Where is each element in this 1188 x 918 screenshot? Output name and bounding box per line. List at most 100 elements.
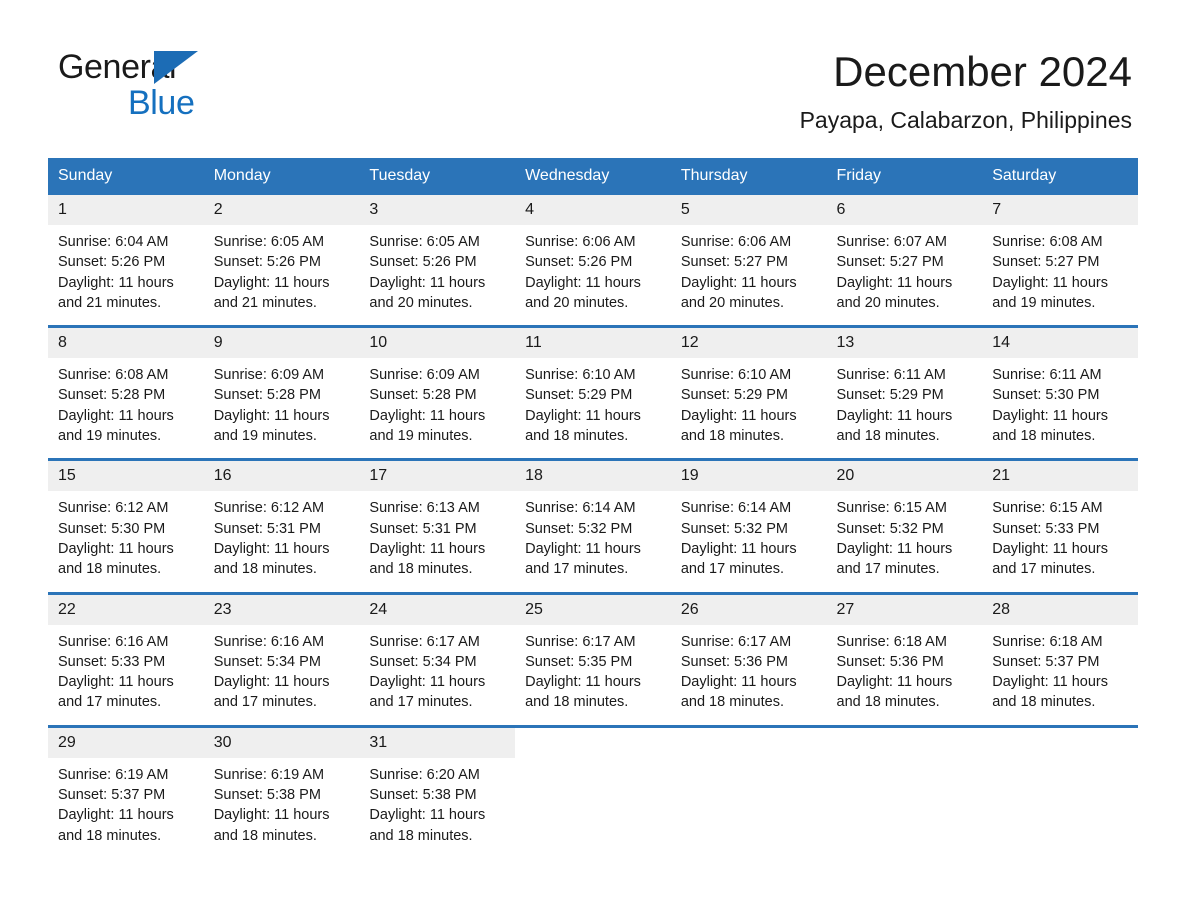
daylight-text-line2: and 20 minutes. [525,294,629,311]
day-cell[interactable]: 12 Sunrise: 6:10 AM Sunset: 5:29 PM Dayl… [670,325,827,460]
calendar-week-row: 22 Sunrise: 6:16 AM Sunset: 5:33 PM Dayl… [48,591,1138,727]
sunrise-text: Sunrise: 6:15 AM [992,500,1103,517]
daylight-text-line2: and 21 minutes. [213,294,317,311]
day-cell[interactable]: 14 Sunrise: 6:11 AM Sunset: 5:30 PM Dayl… [982,325,1138,460]
day-cell[interactable]: 11 Sunrise: 6:10 AM Sunset: 5:29 PM Dayl… [515,325,671,460]
sunrise-text: Sunrise: 6:04 AM [58,234,169,250]
day-info: Sunrise: 6:17 AM Sunset: 5:34 PM Dayligh… [359,625,515,725]
sunrise-text: Sunrise: 6:15 AM [836,500,947,517]
sunrise-text: Sunrise: 6:17 AM [369,633,480,650]
day-number: 2 [203,195,360,225]
daylight-text-line2: and 19 minutes. [213,428,317,445]
day-number: 10 [359,328,516,359]
sunrise-text: Sunrise: 6:19 AM [58,766,169,783]
day-number: 23 [203,594,360,625]
daylight-text-line1: Daylight: 11 hours [680,407,797,424]
sunset-text: Sunset: 5:28 PM [213,387,321,404]
day-cell[interactable]: 9 Sunrise: 6:09 AM Sunset: 5:28 PM Dayli… [203,325,360,460]
sunrise-text: Sunrise: 6:12 AM [58,500,169,517]
sunrise-text: Sunrise: 6:10 AM [680,367,792,384]
day-info: Sunrise: 6:08 AM Sunset: 5:27 PM Dayligh… [982,225,1138,325]
day-info: Sunrise: 6:15 AM Sunset: 5:32 PM Dayligh… [827,491,983,591]
daylight-text-line1: Daylight: 11 hours [992,407,1109,424]
sunrise-text: Sunrise: 6:09 AM [369,367,480,384]
sunset-text: Sunset: 5:36 PM [680,653,789,670]
day-cell[interactable]: 6 Sunrise: 6:07 AM Sunset: 5:27 PM Dayli… [826,195,983,327]
sunrise-text: Sunrise: 6:08 AM [992,234,1103,250]
daylight-text-line1: Daylight: 11 hours [213,540,330,557]
day-number: 31 [359,727,516,758]
day-cell[interactable]: 3 Sunrise: 6:05 AM Sunset: 5:26 PM Dayli… [359,195,516,327]
day-number: 14 [982,328,1138,359]
day-cell[interactable]: 29 Sunrise: 6:19 AM Sunset: 5:37 PM Dayl… [48,724,204,858]
daylight-text-line1: Daylight: 11 hours [525,674,641,691]
calendar-week-row: 15 Sunrise: 6:12 AM Sunset: 5:30 PM Dayl… [48,458,1138,594]
sunrise-text: Sunrise: 6:19 AM [213,766,325,783]
daylight-text-line2: and 18 minutes. [680,428,784,445]
day-cell[interactable]: 15 Sunrise: 6:12 AM Sunset: 5:30 PM Dayl… [48,458,204,594]
daylight-text-line1: Daylight: 11 hours [992,274,1109,291]
sunrise-text: Sunrise: 6:13 AM [369,500,480,517]
day-cell[interactable]: 19 Sunrise: 6:14 AM Sunset: 5:32 PM Dayl… [670,458,827,594]
daylight-text-line1: Daylight: 11 hours [680,274,797,291]
daylight-text-line2: and 20 minutes. [369,294,473,311]
weekday-header-row: Sunday Monday Tuesday Wednesday Thursday… [48,158,1138,195]
sunset-text: Sunset: 5:34 PM [213,653,321,670]
day-cell[interactable]: 21 Sunrise: 6:15 AM Sunset: 5:33 PM Dayl… [982,458,1138,594]
sunrise-text: Sunrise: 6:11 AM [836,367,946,384]
sunset-text: Sunset: 5:29 PM [525,387,633,404]
day-cell[interactable]: 4 Sunrise: 6:06 AM Sunset: 5:26 PM Dayli… [515,195,671,327]
day-number: 27 [826,594,983,625]
day-info: Sunrise: 6:20 AM Sunset: 5:38 PM Dayligh… [359,758,515,858]
day-cell[interactable]: 8 Sunrise: 6:08 AM Sunset: 5:28 PM Dayli… [48,325,204,460]
daylight-text-line1: Daylight: 11 hours [213,674,330,691]
daylight-text-line2: and 18 minutes. [836,694,940,711]
day-number: 20 [826,461,983,492]
day-cell-empty [826,724,983,858]
sunset-text: Sunset: 5:26 PM [525,254,633,271]
day-number: 9 [203,328,360,359]
daylight-text-line2: and 17 minutes. [836,561,940,578]
daylight-text-line2: and 18 minutes. [369,827,473,844]
day-cell[interactable]: 27 Sunrise: 6:18 AM Sunset: 5:36 PM Dayl… [826,591,983,727]
day-cell-empty [982,724,1138,858]
day-cell[interactable]: 31 Sunrise: 6:20 AM Sunset: 5:38 PM Dayl… [359,724,516,858]
day-cell[interactable]: 30 Sunrise: 6:19 AM Sunset: 5:38 PM Dayl… [203,724,360,858]
day-cell[interactable]: 10 Sunrise: 6:09 AM Sunset: 5:28 PM Dayl… [359,325,516,460]
day-cell[interactable]: 16 Sunrise: 6:12 AM Sunset: 5:31 PM Dayl… [203,458,360,594]
sunset-text: Sunset: 5:32 PM [680,520,789,537]
day-number: 24 [359,594,516,625]
daylight-text-line1: Daylight: 11 hours [369,540,486,557]
day-number: 13 [826,328,983,359]
day-cell[interactable]: 23 Sunrise: 6:16 AM Sunset: 5:34 PM Dayl… [203,591,360,727]
daylight-text-line1: Daylight: 11 hours [369,674,486,691]
day-cell[interactable]: 18 Sunrise: 6:14 AM Sunset: 5:32 PM Dayl… [515,458,671,594]
sunset-text: Sunset: 5:27 PM [836,254,944,271]
day-cell[interactable]: 24 Sunrise: 6:17 AM Sunset: 5:34 PM Dayl… [359,591,516,727]
day-cell[interactable]: 17 Sunrise: 6:13 AM Sunset: 5:31 PM Dayl… [359,458,516,594]
day-cell[interactable]: 1 Sunrise: 6:04 AM Sunset: 5:26 PM Dayli… [48,195,204,327]
day-cell[interactable]: 7 Sunrise: 6:08 AM Sunset: 5:27 PM Dayli… [982,195,1138,327]
day-cell[interactable]: 20 Sunrise: 6:15 AM Sunset: 5:32 PM Dayl… [826,458,983,594]
day-number [515,727,671,758]
sunset-text: Sunset: 5:37 PM [58,787,166,804]
general-blue-logo[interactable]: General Blue [58,50,198,120]
day-info: Sunrise: 6:08 AM Sunset: 5:28 PM Dayligh… [48,358,204,458]
daylight-text-line1: Daylight: 11 hours [680,540,797,557]
daylight-text-line2: and 19 minutes. [58,428,162,445]
day-cell[interactable]: 22 Sunrise: 6:16 AM Sunset: 5:33 PM Dayl… [48,591,204,727]
day-cell[interactable]: 26 Sunrise: 6:17 AM Sunset: 5:36 PM Dayl… [670,591,827,727]
day-cell[interactable]: 13 Sunrise: 6:11 AM Sunset: 5:29 PM Dayl… [826,325,983,460]
triangle-icon [154,51,198,84]
sunset-text: Sunset: 5:33 PM [992,520,1100,537]
daylight-text-line2: and 18 minutes. [992,694,1096,711]
day-cell[interactable]: 2 Sunrise: 6:05 AM Sunset: 5:26 PM Dayli… [203,195,360,327]
daylight-text-line1: Daylight: 11 hours [836,540,953,557]
day-info: Sunrise: 6:06 AM Sunset: 5:26 PM Dayligh… [515,225,671,325]
day-cell[interactable]: 5 Sunrise: 6:06 AM Sunset: 5:27 PM Dayli… [670,195,827,327]
day-number: 8 [48,328,204,359]
day-cell[interactable]: 28 Sunrise: 6:18 AM Sunset: 5:37 PM Dayl… [982,591,1138,727]
day-cell[interactable]: 25 Sunrise: 6:17 AM Sunset: 5:35 PM Dayl… [515,591,671,727]
sunset-text: Sunset: 5:35 PM [525,653,633,670]
day-info: Sunrise: 6:16 AM Sunset: 5:34 PM Dayligh… [204,625,360,725]
